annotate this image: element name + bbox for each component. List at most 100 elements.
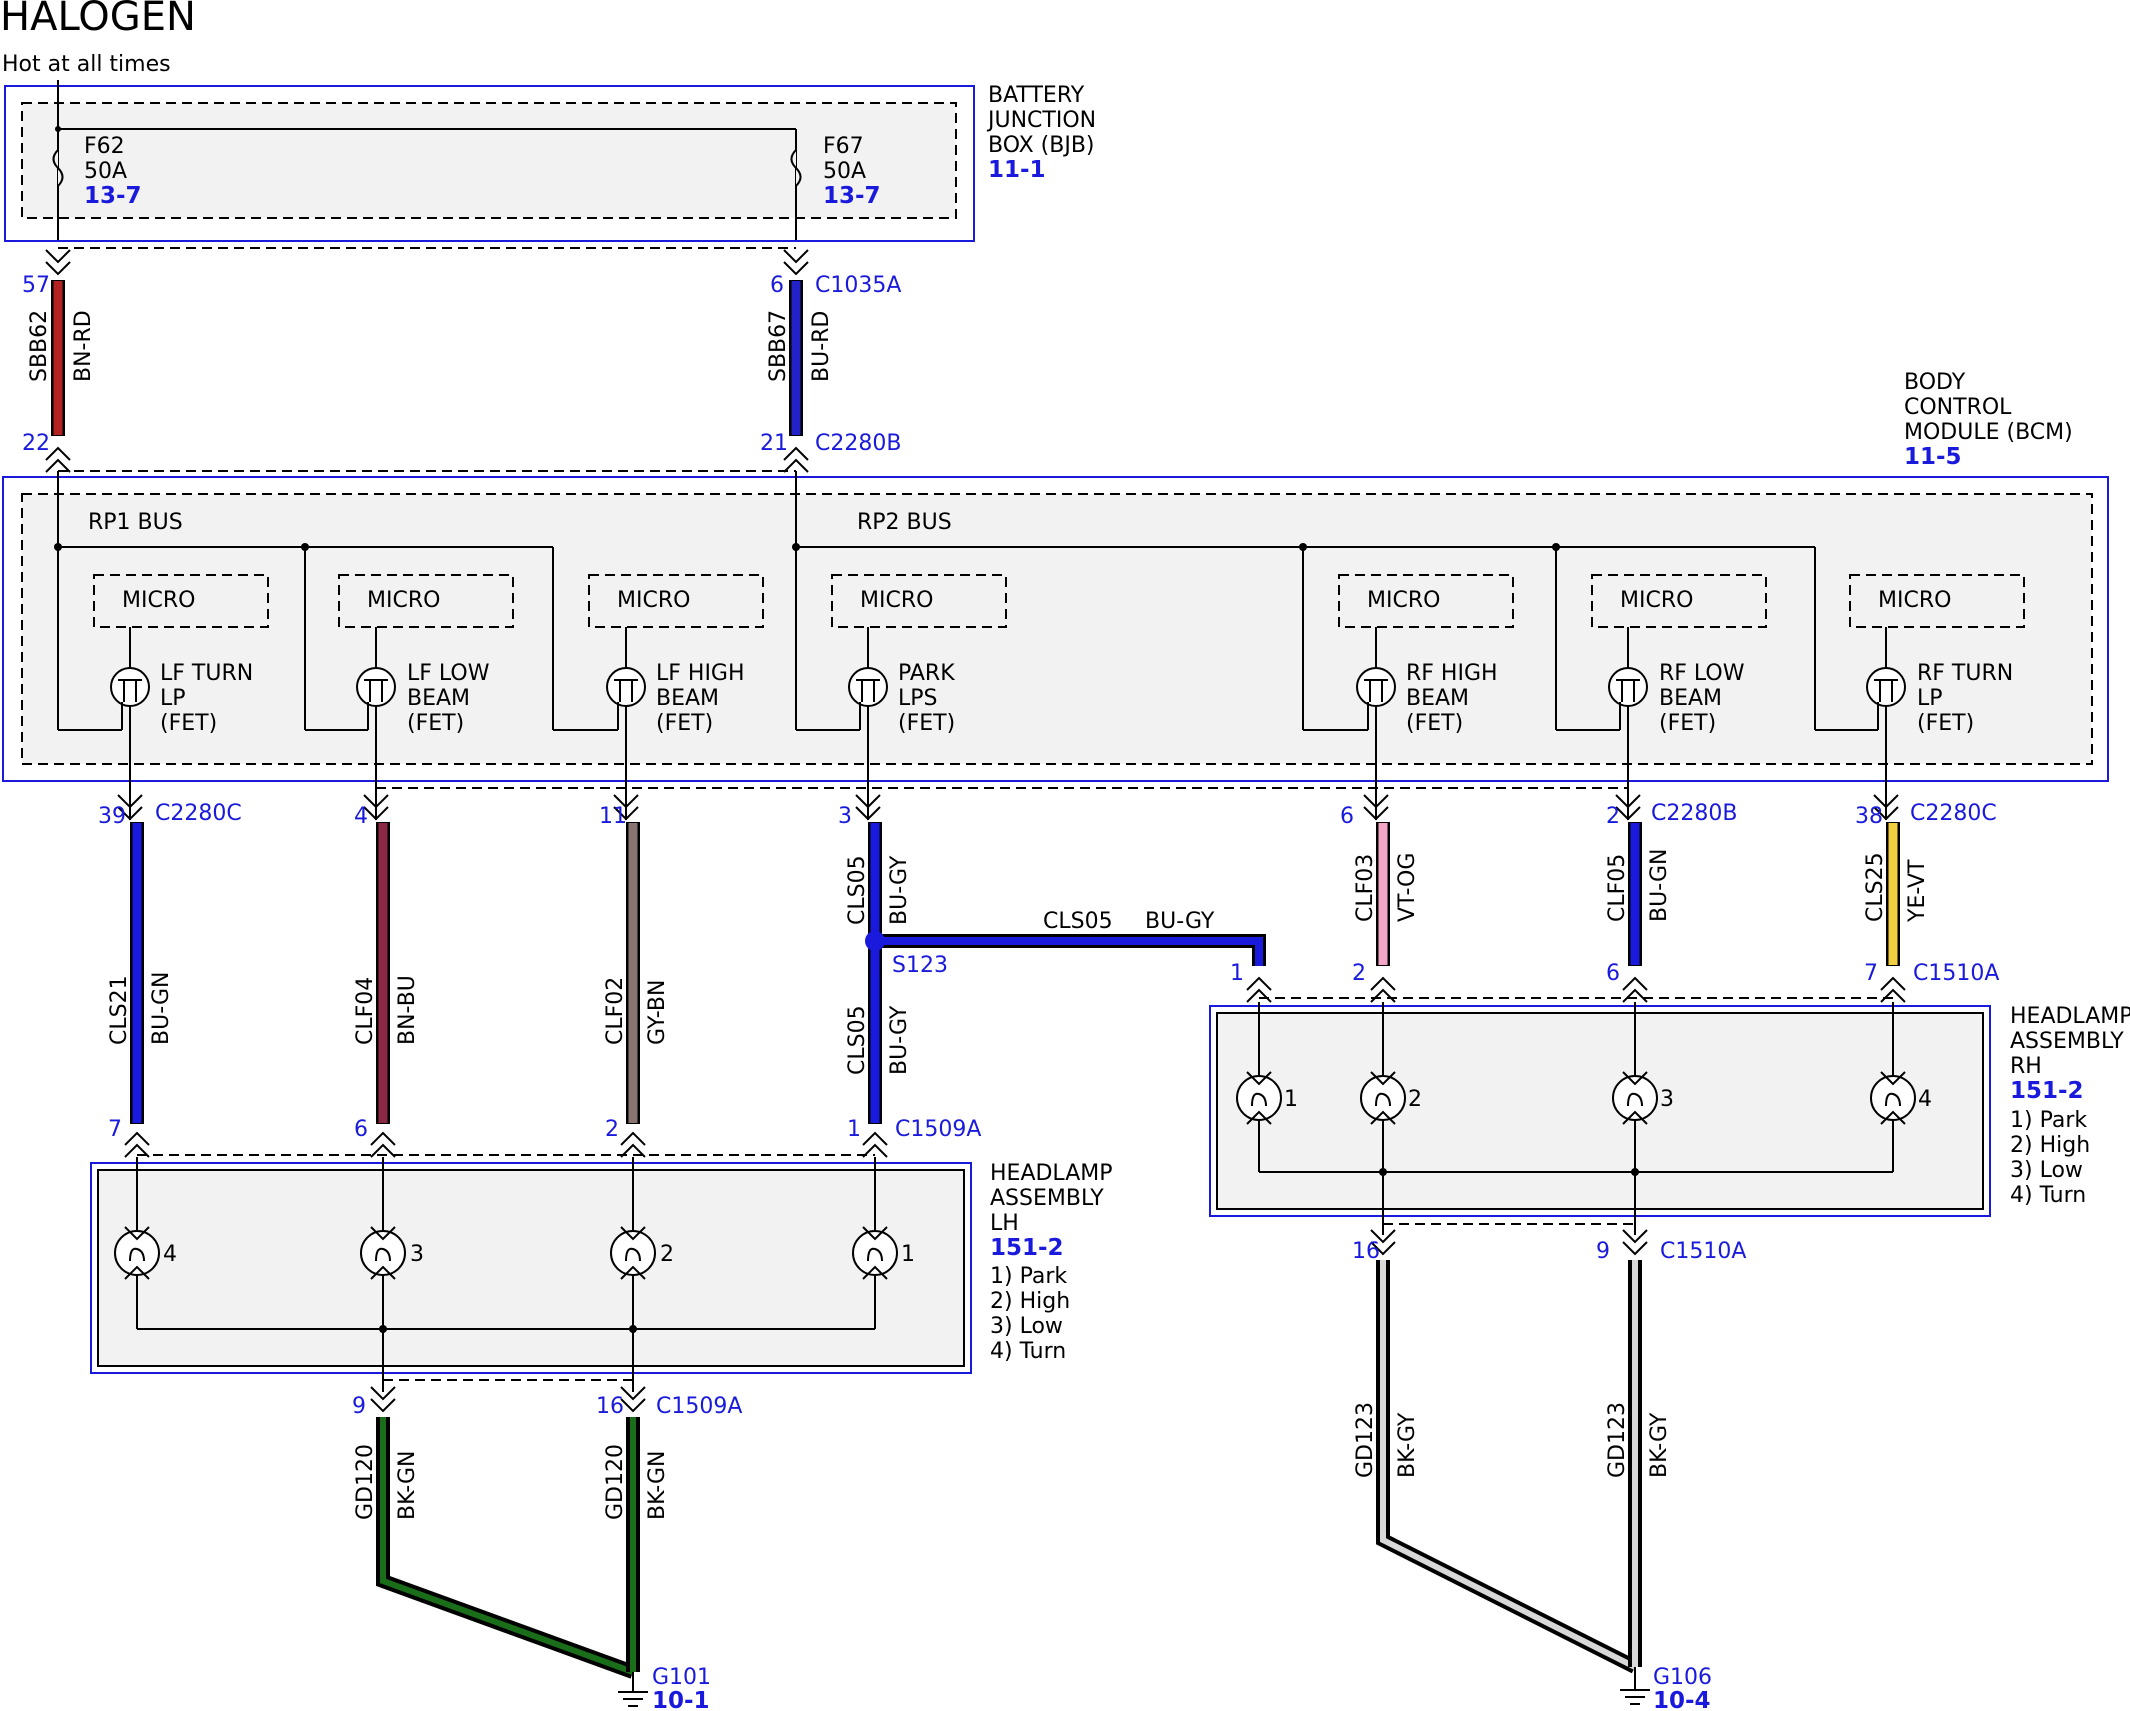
fet-icon xyxy=(1608,667,1648,707)
splice-branch-color-code: BU-GY xyxy=(1145,909,1215,934)
lh-ground-connector: C1509A xyxy=(656,1394,742,1419)
fet-icon xyxy=(1356,667,1396,707)
fuse-f67-ref[interactable]: 13-7 xyxy=(823,183,881,209)
wire-cls21[interactable]: 39 C2280C 7 CLS21 BU-GN xyxy=(98,801,242,1142)
feed-wire-sbb62-pin-top: 57 xyxy=(22,273,50,298)
ground-wires-rh[interactable]: 16 9 C1510A GD123 BK-GY GD123 BK-GY xyxy=(1352,1239,1746,1674)
wire-clf04[interactable]: 4 6 CLF04 BN-BU xyxy=(353,804,420,1142)
fet-rf-high-l2: BEAM xyxy=(1406,686,1469,711)
wire-clf02-circuit: CLF02 xyxy=(603,977,628,1045)
rh-ref[interactable]: 151-2 xyxy=(2010,1078,2084,1104)
lh-legend-1: 1) Park xyxy=(990,1264,1067,1289)
fet-lf-turn-l2: LP xyxy=(160,686,186,711)
lh-ground-circuit-1: GD120 xyxy=(353,1444,378,1520)
wire-clf05-connector-top: C2280B xyxy=(1651,801,1737,826)
wire-cls05-lower-circuit: CLS05 xyxy=(845,1005,870,1075)
fet-rf-turn-l2: LP xyxy=(1917,686,1943,711)
wire-cls05-connector-bottom: C1509A xyxy=(895,1117,981,1142)
feed-wire-sbb62[interactable]: 57 22 SBB62 BN-RD xyxy=(22,273,96,456)
fuse-f62-id: F62 xyxy=(84,134,125,159)
lh-bulb-4: 4 xyxy=(163,1242,177,1267)
fuse-f62-ref[interactable]: 13-7 xyxy=(84,183,142,209)
fet-rf-low-l3: (FET) xyxy=(1659,711,1716,736)
wire-clf03[interactable]: 6 2 CLF03 VT-OG xyxy=(1340,804,1420,986)
lh-legend-3: 3) Low xyxy=(990,1314,1063,1339)
rh-bulb-1: 1 xyxy=(1284,1087,1298,1112)
wire-clf05[interactable]: 2 C2280B 6 CLF05 BU-GN xyxy=(1605,801,1737,986)
splice-s123[interactable]: S123 CLS05 BU-GY 1 xyxy=(865,909,1266,986)
fet-icon xyxy=(1866,667,1906,707)
lh-bulb-3: 3 xyxy=(410,1242,424,1267)
lh-name-1: HEADLAMP xyxy=(990,1161,1113,1186)
wire-cls25-connector-top: C2280C xyxy=(1910,801,1997,826)
wire-clf04-pin-top: 4 xyxy=(354,804,368,829)
headlamp-assembly-lh: 4 3 2 1 HEADLAMP ASSEMBLY LH 151-2 1) Pa… xyxy=(90,1157,1113,1392)
rh-name-1: HEADLAMP xyxy=(2010,1004,2130,1029)
wire-clf02[interactable]: 11 2 CLF02 GY-BN xyxy=(599,804,670,1142)
splice-branch-circuit: CLS05 xyxy=(1043,909,1113,934)
wire-cls05-pin-top: 3 xyxy=(838,804,852,829)
wire-clf05-pin-top: 2 xyxy=(1606,804,1620,829)
rh-bulb-4: 4 xyxy=(1918,1087,1932,1112)
lh-ref[interactable]: 151-2 xyxy=(990,1235,1064,1261)
bjb-name-1: BATTERY xyxy=(988,83,1085,108)
lh-bulb-2: 2 xyxy=(660,1242,674,1267)
rh-bulb-3: 3 xyxy=(1660,1087,1674,1112)
rh-legend-1: 1) Park xyxy=(2010,1108,2087,1133)
feed-wire-sbb67[interactable]: 6 C1035A 21 C2280B SBB67 BU-RD xyxy=(760,273,901,456)
wire-cls25-circuit: CLS25 xyxy=(1863,852,1888,922)
fet-rf-turn-l3: (FET) xyxy=(1917,711,1974,736)
ground-g106: G106 10-4 xyxy=(1620,1665,1712,1711)
rh-ground-circuit-1: GD123 xyxy=(1353,1402,1378,1478)
micro-label-6: MICRO xyxy=(1620,588,1693,613)
body-control-module: BODY CONTROL MODULE (BCM) 11-5 RP1 BUS R… xyxy=(2,370,2109,820)
g101-ref[interactable]: 10-1 xyxy=(652,1688,710,1711)
lh-ground-circuit-2: GD120 xyxy=(603,1444,628,1520)
fet-rf-high-l3: (FET) xyxy=(1406,711,1463,736)
wire-cls05-color-code: BU-GY xyxy=(887,855,912,925)
fet-rf-turn-l1: RF TURN xyxy=(1917,661,2013,686)
ground-wires-lh[interactable]: 9 16 C1509A GD120 BK-GN GD120 BK-GN xyxy=(352,1394,742,1679)
lh-legend-2: 2) High xyxy=(990,1289,1070,1314)
micro-label-2: MICRO xyxy=(367,588,440,613)
diagram-title: HALOGEN xyxy=(0,0,196,40)
splice-dot-icon xyxy=(865,931,885,951)
g106-ref[interactable]: 10-4 xyxy=(1653,1688,1711,1711)
micro-label-4: MICRO xyxy=(860,588,933,613)
wire-cls25-connector-bottom: C1510A xyxy=(1913,961,1999,986)
rp1-bus-label: RP1 BUS xyxy=(88,510,183,535)
fet-lf-high-l3: (FET) xyxy=(656,711,713,736)
fet-rf-high-l1: RF HIGH xyxy=(1406,661,1498,686)
fuse-f67-rating: 50A xyxy=(823,159,866,184)
lh-legend-4: 4) Turn xyxy=(990,1339,1066,1364)
wire-cls25[interactable]: 38 C2280C 7 C1510A CLS25 YE-VT xyxy=(1855,801,1999,986)
wire-cls21-pin-top: 39 xyxy=(98,804,126,829)
feed-wire-sbb62-pin-bottom: 22 xyxy=(22,431,50,456)
wire-clf03-color-code: VT-OG xyxy=(1395,853,1420,922)
fet-icon xyxy=(848,667,888,707)
headlamp-assembly-rh: 1 2 3 4 HEADLAMP ASSEMBLY RH 151-2 1) Pa… xyxy=(1209,1002,2130,1235)
wire-cls21-connector-top: C2280C xyxy=(155,801,242,826)
rh-name-3: RH xyxy=(2010,1054,2042,1079)
wire-clf03-circuit: CLF03 xyxy=(1353,854,1378,922)
wire-cls21-pin-bottom: 7 xyxy=(108,1117,122,1142)
bcm-name-3: MODULE (BCM) xyxy=(1904,420,2073,445)
battery-junction-box: F62 50A 13-7 F67 50A 13-7 BATTERY JUNCTI… xyxy=(4,80,1096,242)
wire-clf05-pin-bottom: 6 xyxy=(1606,961,1620,986)
fet-lf-low-l2: BEAM xyxy=(407,686,470,711)
fet-park-l3: (FET) xyxy=(898,711,955,736)
fet-rf-low-l1: RF LOW xyxy=(1659,661,1745,686)
bcm-ref[interactable]: 11-5 xyxy=(1904,444,1962,470)
wire-clf02-color-code: GY-BN xyxy=(645,980,670,1045)
splice-id: S123 xyxy=(892,953,948,978)
bcm-name-2: CONTROL xyxy=(1904,395,2012,420)
fuse-f62-rating: 50A xyxy=(84,159,127,184)
wire-clf04-color-code: BN-BU xyxy=(395,975,420,1045)
wire-clf04-pin-bottom: 6 xyxy=(354,1117,368,1142)
rh-legend-2: 2) High xyxy=(2010,1133,2090,1158)
wire-cls05-circuit: CLS05 xyxy=(845,855,870,925)
fet-lf-high-l2: BEAM xyxy=(656,686,719,711)
bjb-ref[interactable]: 11-1 xyxy=(988,157,1046,183)
feed-wire-sbb62-color-code: BN-RD xyxy=(71,310,96,382)
wire-clf03-pin-bottom: 2 xyxy=(1352,961,1366,986)
